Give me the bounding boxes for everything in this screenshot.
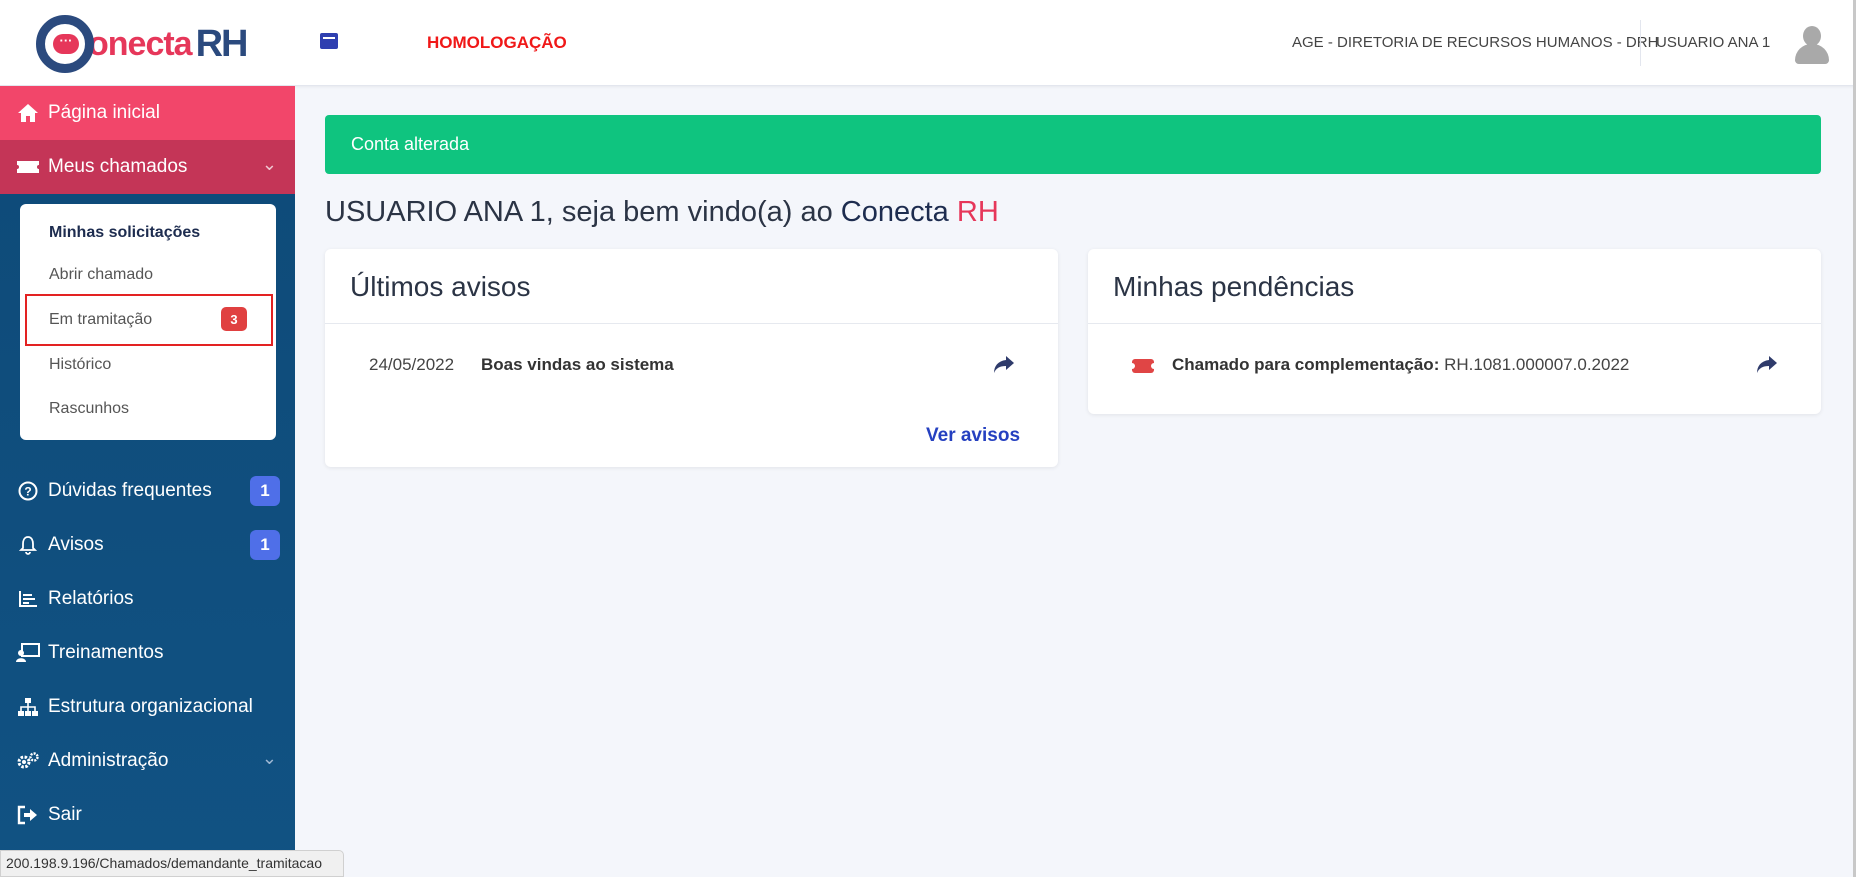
gears-icon (14, 751, 42, 771)
pendencias-card: Minhas pendências Chamado para complemen… (1088, 249, 1821, 414)
submenu-item-historico[interactable]: Histórico (49, 356, 111, 374)
presentation-icon (14, 643, 42, 663)
pendencia-label: Chamado para complementação: (1172, 355, 1440, 374)
status-bar-url: 200.198.9.196/Chamados/demandante_tramit… (0, 850, 344, 877)
question-circle-icon: ? (14, 481, 42, 501)
count-badge: 1 (250, 476, 280, 506)
share-arrow-icon[interactable] (992, 353, 1016, 377)
submenu-item-rascunhos[interactable]: Rascunhos (49, 400, 129, 418)
sidebar-item-label: Meus chamados (48, 156, 188, 177)
submenu-meus-chamados: Minhas solicitações Abrir chamado Em tra… (20, 204, 276, 440)
sidebar-item-duvidas[interactable]: ? Dúvidas frequentes 1 (0, 464, 295, 518)
sidebar-item-administracao[interactable]: Administração ⌄ (0, 734, 295, 788)
ticket-icon (14, 159, 42, 175)
aviso-title[interactable]: Boas vindas ao sistema (481, 355, 674, 375)
home-icon (14, 103, 42, 123)
top-header: ··· onecta RH HOMOLOGAÇÃO AGE - DIRETORI… (0, 0, 1856, 86)
sidebar-item-label: Avisos (48, 534, 104, 555)
logo-rh: RH (195, 22, 249, 65)
sidebar-item-label: Dúvidas frequentes (48, 480, 212, 501)
divider (1088, 323, 1821, 324)
sidebar: Página inicial Meus chamados ⌄ Minhas so… (0, 86, 295, 877)
submenu-item-abrir-chamado[interactable]: Abrir chamado (49, 266, 153, 284)
sidebar-item-label: Sair (48, 804, 82, 825)
organization-label: AGE - DIRETORIA DE RECURSOS HUMANOS - DR… (1292, 34, 1659, 51)
sidebar-item-treinamentos[interactable]: Treinamentos (0, 626, 295, 680)
sitemap-icon (14, 697, 42, 717)
submenu-item-minhas-solicitacoes[interactable]: Minhas solicitações (49, 224, 200, 242)
bell-icon (14, 535, 42, 555)
welcome-brand-rh: RH (956, 196, 999, 228)
conecta-rh-logo[interactable]: ··· onecta RH (36, 14, 249, 74)
user-name[interactable]: USUARIO ANA 1 (1656, 34, 1770, 51)
sidebar-item-sair[interactable]: Sair (0, 788, 295, 842)
divider (325, 323, 1058, 324)
chevron-down-icon: ⌄ (261, 154, 277, 174)
sidebar-item-meus-chamados[interactable]: Meus chamados ⌄ (0, 140, 295, 194)
sidebar-item-label: Página inicial (48, 102, 160, 123)
share-arrow-icon[interactable] (1755, 353, 1779, 377)
chart-icon (14, 590, 42, 608)
header-divider (1640, 20, 1641, 66)
sidebar-item-avisos[interactable]: Avisos 1 (0, 518, 295, 572)
pendencia-item[interactable]: Chamado para complementação: RH.1081.000… (1172, 355, 1629, 375)
logo-word: onecta (88, 24, 193, 63)
count-badge: 3 (221, 307, 247, 331)
sidebar-item-label: Administração (48, 750, 169, 771)
sidebar-item-estrutura[interactable]: Estrutura organizacional (0, 680, 295, 734)
sidebar-item-label: Estrutura organizacional (48, 696, 253, 717)
card-title: Últimos avisos (350, 271, 531, 302)
sidebar-item-label: Relatórios (48, 588, 134, 609)
aviso-date: 24/05/2022 (369, 355, 455, 374)
page-title: USUARIO ANA 1, seja bem vindo(a) ao Cone… (325, 196, 999, 229)
ver-avisos-link[interactable]: Ver avisos (926, 425, 1020, 447)
sidebar-item-relatorios[interactable]: Relatórios (0, 572, 295, 626)
card-title: Minhas pendências (1113, 271, 1355, 302)
chevron-down-icon: ⌄ (261, 748, 277, 768)
id-card-icon[interactable] (320, 33, 338, 49)
avisos-card: Últimos avisos 24/05/2022 Boas vindas ao… (325, 249, 1058, 467)
submenu-item-em-tramitacao[interactable]: Em tramitação (49, 311, 152, 329)
environment-label: HOMOLOGAÇÃO (427, 33, 567, 52)
welcome-text: USUARIO ANA 1, seja bem vindo(a) ao (325, 196, 841, 228)
count-badge: 1 (250, 530, 280, 560)
svg-text:?: ? (24, 485, 31, 499)
welcome-brand: Conecta (840, 196, 949, 228)
success-alert: Conta alterada (325, 115, 1821, 174)
sidebar-item-label: Treinamentos (48, 642, 164, 663)
logo-chat-icon: ··· (36, 15, 94, 73)
pendencia-value: RH.1081.000007.0.2022 (1444, 355, 1630, 374)
sidebar-item-home[interactable]: Página inicial (0, 86, 295, 140)
avatar[interactable] (1792, 24, 1830, 64)
sign-out-icon (14, 805, 42, 825)
ticket-icon (1129, 359, 1157, 373)
